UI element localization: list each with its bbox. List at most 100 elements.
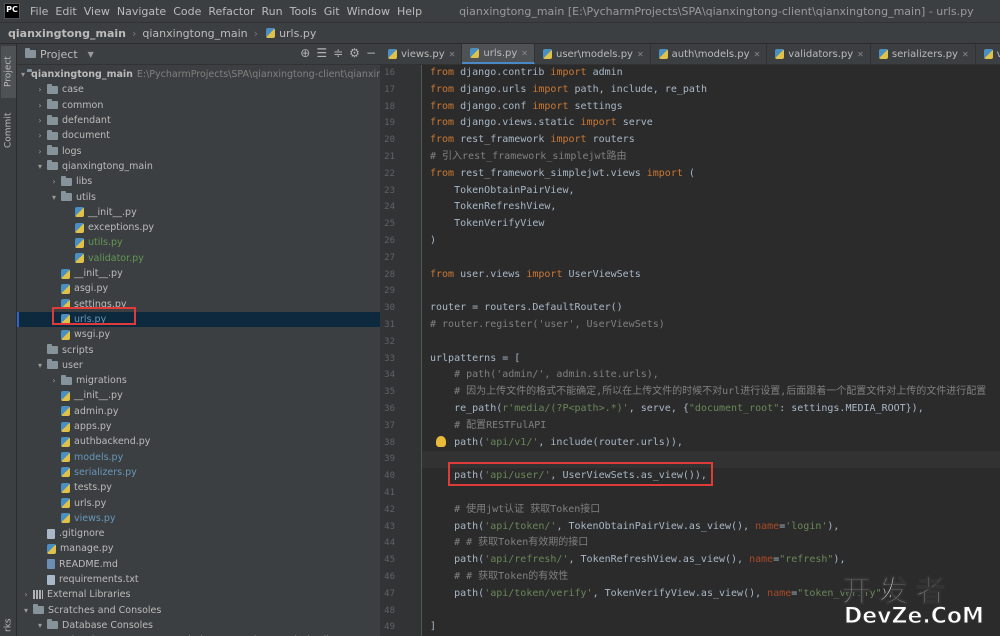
tree-row[interactable]: wsgi.py [17, 327, 380, 342]
code-token: # 引入rest_framework_simplejwt路由 [430, 151, 627, 162]
tree-row[interactable]: › migrations [17, 373, 380, 388]
tree-row[interactable]: __init__.py [17, 205, 380, 220]
tree-row[interactable]: ▾ user [17, 358, 380, 373]
chevron-right-icon[interactable]: › [35, 101, 45, 110]
menu-code[interactable]: Code [173, 5, 201, 18]
tree-row[interactable]: README.md [17, 557, 380, 572]
tree-row[interactable]: tests.py [17, 480, 380, 495]
editor-tab[interactable]: serializers.py ✕ [871, 44, 976, 64]
tree-row[interactable]: › common [17, 98, 380, 113]
code-line: ) [430, 233, 436, 250]
close-icon[interactable]: ✕ [449, 50, 456, 59]
editor-tab[interactable]: views.py ✕ [380, 44, 463, 64]
menu-refactor[interactable]: Refactor [208, 5, 254, 18]
line-number: 33 [384, 353, 395, 364]
project-view-icon [25, 48, 36, 58]
gear-icon[interactable]: ⚙ [349, 46, 360, 60]
chevron-right-icon[interactable]: › [35, 85, 45, 94]
tree-row[interactable]: __init__.py [17, 266, 380, 281]
code-line: ] [430, 619, 436, 636]
tree-row[interactable]: __init__.py [17, 388, 380, 403]
chevron-down-icon[interactable]: ▾ [49, 193, 59, 202]
tree-row[interactable]: ▾ qianxingtong_main E:\PycharmProjects\SPA… [17, 67, 380, 82]
tree-row[interactable]: exceptions.py [17, 220, 380, 235]
close-icon[interactable]: ✕ [521, 49, 528, 58]
tree-row[interactable]: manage.py [17, 541, 380, 556]
editor-tab[interactable]: validators.py ✕ [767, 44, 871, 64]
chevron-right-icon[interactable]: › [35, 147, 45, 156]
tree-item-label: qianxingtong_main [62, 160, 153, 172]
code-line: path('api/token/verify', TokenVerifyView… [430, 586, 894, 603]
editor-tab[interactable]: validator.py✕ [976, 44, 1000, 64]
tree-row[interactable]: ▾ Scratches and Consoles [17, 603, 380, 618]
menu-window[interactable]: Window [347, 5, 390, 18]
close-icon[interactable]: ✕ [962, 50, 969, 59]
code-token: rest_framework [460, 134, 551, 146]
tree-row[interactable]: authbackend.py [17, 434, 380, 449]
editor-tab[interactable]: urls.py ✕ [462, 44, 535, 64]
chevron-right-icon[interactable]: › [35, 116, 45, 125]
chevron-right-icon[interactable]: › [21, 590, 31, 599]
menu-git[interactable]: Git [324, 5, 340, 18]
chevron-down-icon[interactable]: ▾ [21, 606, 31, 615]
commit-tool-tab[interactable]: Commit [1, 104, 16, 156]
tree-row[interactable]: admin.py [17, 404, 380, 419]
project-tool-tab[interactable]: Project [1, 46, 16, 98]
chevron-right-icon[interactable]: › [49, 177, 59, 186]
tree-row[interactable]: ▾ utils [17, 189, 380, 204]
chevron-down-icon[interactable]: ▾ [35, 621, 45, 630]
tree-row[interactable]: › defendant [17, 113, 380, 128]
structure-tool-tab[interactable]: rks [1, 614, 16, 636]
close-icon[interactable]: ✕ [857, 50, 864, 59]
tree-item-label: qianxingtong_main [31, 69, 133, 81]
tree-row[interactable]: › case [17, 82, 380, 97]
code-token: admin [592, 67, 623, 78]
chevron-right-icon[interactable]: › [49, 376, 59, 385]
menu-help[interactable]: Help [397, 5, 422, 18]
breadcrumb-package[interactable]: qianxingtong_main [142, 27, 247, 40]
expand-all-icon[interactable]: ☰ [316, 46, 327, 60]
tree-row[interactable]: › External Libraries [17, 587, 380, 602]
menu-navigate[interactable]: Navigate [117, 5, 166, 18]
tree-row[interactable]: ▾ Database Consoles [17, 618, 380, 633]
tree-row[interactable]: ▾ qianxingtong_main [17, 159, 380, 174]
close-icon[interactable]: ✕ [637, 50, 644, 59]
menu-run[interactable]: Run [262, 5, 283, 18]
chevron-down-icon[interactable]: ▾ [35, 361, 45, 370]
breadcrumb-project[interactable]: qianxingtong_main [8, 27, 126, 40]
editor-tab[interactable]: user\models.py ✕ [535, 44, 651, 64]
tree-row[interactable]: .gitignore [17, 526, 380, 541]
tree-row[interactable]: urls.py [17, 495, 380, 510]
tree-row[interactable]: scripts [17, 342, 380, 357]
chevron-down-icon[interactable]: ▾ [35, 162, 45, 171]
code-line: TokenRefreshView, [430, 199, 556, 216]
breadcrumb-file[interactable]: urls.py [279, 27, 316, 40]
minimize-icon[interactable]: − [366, 46, 376, 60]
menu-file[interactable]: File [30, 5, 48, 18]
tree-row[interactable]: apps.py [17, 419, 380, 434]
lightbulb-icon[interactable] [436, 436, 446, 447]
code-editor[interactable]: from django.contrib import admin from dja… [422, 65, 1000, 636]
chevron-down-icon[interactable]: ▼ [88, 50, 94, 59]
tree-row[interactable]: validator.py [17, 251, 380, 266]
tree-row[interactable]: models.py [17, 450, 380, 465]
tree-row[interactable]: › libs [17, 174, 380, 189]
collapse-all-icon[interactable]: ≑ [333, 46, 343, 60]
tree-row[interactable]: › logs [17, 144, 380, 159]
tree-row[interactable]: requirements.txt [17, 572, 380, 587]
line-number: 37 [384, 420, 395, 431]
tree-row[interactable]: asgi.py [17, 281, 380, 296]
tree-row[interactable]: utils.py [17, 235, 380, 250]
menu-edit[interactable]: Edit [55, 5, 76, 18]
close-icon[interactable]: ✕ [754, 50, 761, 59]
chevron-down-icon[interactable]: ▾ [21, 70, 25, 79]
tree-row[interactable]: › document [17, 128, 380, 143]
tree-row[interactable]: views.py [17, 511, 380, 526]
menu-view[interactable]: View [84, 5, 110, 18]
target-icon[interactable]: ⊕ [300, 46, 310, 60]
project-panel-title[interactable]: Project [40, 48, 78, 61]
menu-tools[interactable]: Tools [290, 5, 317, 18]
tree-row[interactable]: serializers.py [17, 465, 380, 480]
editor-tab[interactable]: auth\models.py ✕ [651, 44, 768, 64]
chevron-right-icon[interactable]: › [35, 131, 45, 140]
